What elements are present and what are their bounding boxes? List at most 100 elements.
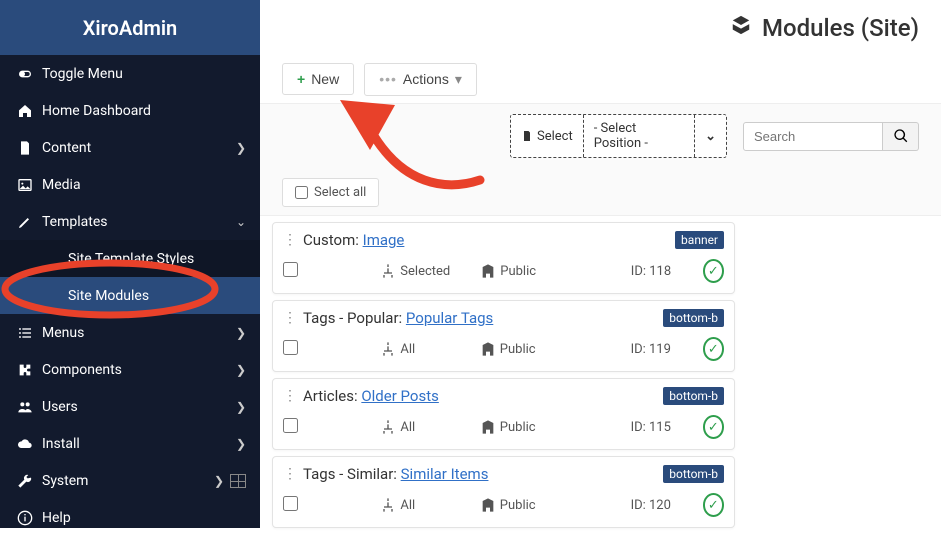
chevron-down-icon: ⌄ <box>236 215 246 229</box>
sidebar-item-site-modules[interactable]: Site Modules <box>0 277 260 314</box>
position-seg[interactable]: - Select Position - <box>584 115 695 157</box>
cloud-icon <box>14 436 36 452</box>
drag-handle-icon[interactable]: ⋮ <box>283 466 297 482</box>
position-badge: bottom-b <box>663 465 724 483</box>
access-meta: Public <box>480 497 541 513</box>
sidebar-item-label: Site Modules <box>68 288 246 304</box>
module-link[interactable]: Similar Items <box>401 465 489 483</box>
sidebar-item-site-template-styles[interactable]: Site Template Styles <box>0 240 260 277</box>
home-icon <box>14 103 36 119</box>
sidebar-item-label: Site Template Styles <box>68 251 246 267</box>
sidebar-item-components[interactable]: Components❯ <box>0 351 260 388</box>
assignment-meta: All <box>380 341 449 357</box>
select-all[interactable]: Select all <box>282 178 379 207</box>
position-badge: banner <box>675 231 724 249</box>
new-button-label: New <box>311 71 339 87</box>
sidebar-item-system[interactable]: System❯ <box>0 462 260 499</box>
select-seg-label: Select <box>537 129 573 144</box>
access-meta: Public <box>480 341 541 357</box>
toggle-icon <box>14 66 36 82</box>
sitemap-icon <box>380 341 396 357</box>
sidebar-item-label: Templates <box>42 214 236 230</box>
module-link[interactable]: Older Posts <box>361 387 439 405</box>
info-icon <box>14 510 36 526</box>
module-card: ⋮Tags - Similar: Similar Itemsbottom-b A… <box>272 456 735 528</box>
module-list: ⋮Custom: Imagebanner Selected PublicID: … <box>260 222 941 528</box>
module-kind: Tags - Popular: <box>303 309 406 327</box>
module-title: Articles: Older Posts <box>303 387 663 405</box>
sidebar-item-label: Components <box>42 362 236 378</box>
sidebar-item-users[interactable]: Users❯ <box>0 388 260 425</box>
id-meta: ID: 119 <box>631 342 683 357</box>
sidebar-item-help[interactable]: Help <box>0 499 260 536</box>
row-checkbox[interactable] <box>283 262 298 277</box>
chevron-right-icon: ❯ <box>236 326 246 340</box>
module-card: ⋮Tags - Popular: Popular Tagsbottom-b Al… <box>272 300 735 372</box>
new-button[interactable]: + New <box>282 63 354 95</box>
select-all-label: Select all <box>314 185 366 200</box>
position-select-group[interactable]: Select - Select Position - ⌄ <box>510 114 727 158</box>
sidebar-item-home-dashboard[interactable]: Home Dashboard <box>0 92 260 129</box>
sidebar-item-label: Help <box>42 510 246 526</box>
sidebar-item-toggle-menu[interactable]: Toggle Menu <box>0 55 260 92</box>
sidebar-item-label: System <box>42 473 214 489</box>
sidebar-item-content[interactable]: Content❯ <box>0 129 260 166</box>
row-checkbox[interactable] <box>283 340 298 355</box>
plus-icon: + <box>297 71 305 87</box>
image-icon <box>14 177 36 193</box>
position-seg-label: - Select Position - <box>594 121 684 151</box>
position-badge: bottom-b <box>663 387 724 405</box>
building-icon <box>480 263 496 279</box>
access-meta: Public <box>480 419 541 435</box>
status-published-icon[interactable]: ✓ <box>703 337 724 361</box>
chevron-right-icon: ❯ <box>236 437 246 451</box>
toolbar: + New ••• Actions ▾ <box>260 55 941 103</box>
drag-handle-icon[interactable]: ⋮ <box>283 232 297 248</box>
sidebar-item-media[interactable]: Media <box>0 166 260 203</box>
module-card: ⋮Custom: Imagebanner Selected PublicID: … <box>272 222 735 294</box>
search-input[interactable] <box>743 122 883 151</box>
chevron-down-icon: ⌄ <box>705 129 716 144</box>
chevron-down-icon: ▾ <box>455 71 462 88</box>
select-seg[interactable]: Select <box>511 115 584 157</box>
drag-handle-icon[interactable]: ⋮ <box>283 310 297 326</box>
sidebar-item-label: Users <box>42 399 236 415</box>
status-published-icon[interactable]: ✓ <box>703 493 724 517</box>
position-badge: bottom-b <box>663 309 724 327</box>
status-published-icon[interactable]: ✓ <box>703 415 724 439</box>
sidebar-item-label: Toggle Menu <box>42 66 246 82</box>
row-checkbox[interactable] <box>283 496 298 511</box>
building-icon <box>480 341 496 357</box>
position-chevron[interactable]: ⌄ <box>695 115 726 157</box>
sitemap-icon <box>380 497 396 513</box>
pencil-icon <box>14 214 36 230</box>
drag-handle-icon[interactable]: ⋮ <box>283 388 297 404</box>
page-title: Modules (Site) <box>762 14 919 42</box>
chevron-right-icon: ❯ <box>236 363 246 377</box>
status-published-icon[interactable]: ✓ <box>703 259 724 283</box>
dashboard-grid-icon[interactable] <box>230 474 246 488</box>
id-meta: ID: 120 <box>631 498 683 513</box>
row-checkbox[interactable] <box>283 418 298 433</box>
module-kind: Articles: <box>303 387 361 405</box>
select-all-checkbox[interactable] <box>295 186 308 199</box>
sidebar-item-label: Install <box>42 436 236 452</box>
sidebar-item-label: Media <box>42 177 246 193</box>
search-button[interactable] <box>883 122 919 151</box>
sidebar-item-install[interactable]: Install❯ <box>0 425 260 462</box>
sidebar-item-label: Home Dashboard <box>42 103 246 119</box>
filter-band: Select - Select Position - ⌄ Select all <box>260 103 941 216</box>
module-title: Tags - Similar: Similar Items <box>303 465 663 483</box>
sidebar-item-label: Content <box>42 140 236 156</box>
module-link[interactable]: Popular Tags <box>406 309 493 327</box>
module-title: Tags - Popular: Popular Tags <box>303 309 663 327</box>
sidebar-item-templates[interactable]: Templates⌄ <box>0 203 260 240</box>
module-kind: Tags - Similar: <box>303 465 401 483</box>
actions-button[interactable]: ••• Actions ▾ <box>364 63 477 96</box>
page-header: Modules (Site) <box>260 0 941 55</box>
wrench-icon <box>14 473 36 489</box>
module-link[interactable]: Image <box>363 231 405 249</box>
search-icon <box>893 128 909 144</box>
access-meta: Public <box>480 263 541 279</box>
sidebar-item-menus[interactable]: Menus❯ <box>0 314 260 351</box>
